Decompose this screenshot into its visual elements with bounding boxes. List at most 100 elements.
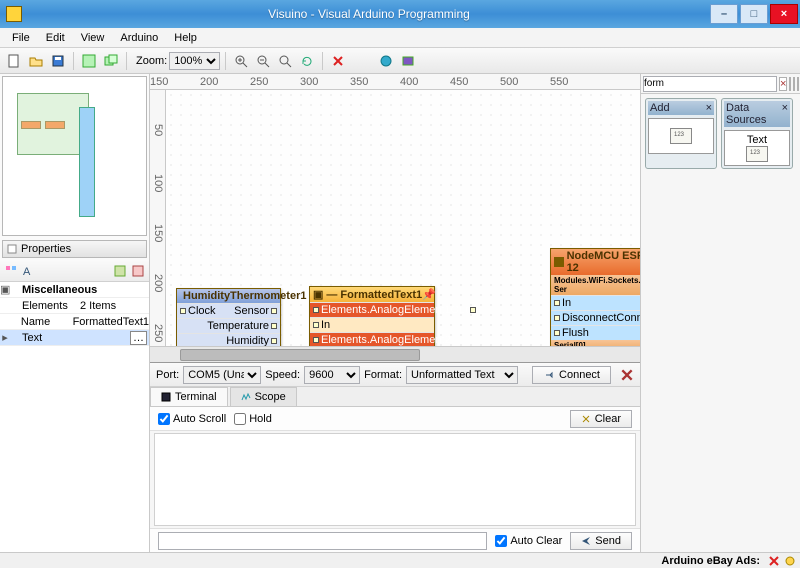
ruler-horizontal: 150 200 250 300 350 400 450 500 550	[150, 74, 640, 90]
center-area: 150 200 250 300 350 400 450 500 550 50 1…	[150, 74, 640, 552]
minimize-button[interactable]: –	[710, 4, 738, 24]
canvas-horizontal-scrollbar[interactable]	[150, 346, 640, 362]
properties-header: Properties	[2, 240, 147, 258]
ads-settings-icon[interactable]	[784, 555, 796, 567]
chip-icon	[554, 257, 564, 267]
search-clear-icon[interactable]: ×	[779, 77, 787, 91]
categorize-icon[interactable]	[2, 262, 20, 280]
window-title: Visuino - Visual Arduino Programming	[28, 7, 710, 21]
menu-view[interactable]: View	[73, 30, 113, 46]
palette-item-text[interactable]: Text	[724, 130, 790, 166]
port-label: Port:	[156, 369, 179, 381]
save-button[interactable]	[48, 51, 68, 71]
send-icon	[581, 536, 591, 546]
filter1-icon[interactable]	[789, 77, 791, 91]
palette-group-data-sources: Data Sources× Text	[721, 98, 793, 169]
speed-select[interactable]: 9600	[304, 366, 360, 384]
maximize-button[interactable]: □	[740, 4, 768, 24]
properties-toolbar: A	[0, 260, 149, 282]
overview-map[interactable]	[2, 76, 147, 236]
upload-icon[interactable]	[376, 51, 396, 71]
layers-button[interactable]	[101, 51, 121, 71]
expand-icon[interactable]	[111, 262, 129, 280]
properties-tree[interactable]: ▣Miscellaneous Elements2 Items NameForma…	[0, 282, 149, 552]
auto-clear-checkbox[interactable]: Auto Clear	[495, 535, 562, 547]
zoom-out-icon[interactable]	[253, 51, 273, 71]
design-canvas[interactable]: HumidityThermometer1 ClockSensor Tempera…	[166, 90, 640, 346]
prop-group-misc[interactable]: ▣Miscellaneous	[0, 282, 149, 298]
board-icon[interactable]	[398, 51, 418, 71]
palette-search-input[interactable]	[643, 76, 777, 92]
node-formatted-text[interactable]: ▣—FormattedText1📌 Elements.AnalogElement…	[309, 286, 435, 346]
terminal-input-bar: Auto Clear Send	[150, 528, 640, 552]
filter3-icon[interactable]	[797, 77, 799, 91]
svg-text:A: A	[23, 266, 31, 278]
grid-button[interactable]	[79, 51, 99, 71]
format-select[interactable]: Unformatted Text	[406, 366, 518, 384]
auto-scroll-checkbox[interactable]: Auto Scroll	[158, 413, 226, 425]
palette-item[interactable]	[648, 118, 714, 154]
terminal-options: Auto Scroll Hold Clear	[150, 407, 640, 431]
component-palette: Add× Data Sources× Text	[641, 94, 800, 173]
delete-icon[interactable]	[328, 51, 348, 71]
clear-icon	[581, 414, 591, 424]
bottom-dock: Port: COM5 (Unav Speed: 9600 Format: Unf…	[150, 362, 640, 552]
tab-scope[interactable]: Scope	[230, 387, 297, 406]
right-panel: × Add× Data Sources× Text	[640, 74, 800, 552]
format-label: Format:	[364, 369, 402, 381]
terminal-output[interactable]	[154, 433, 636, 526]
menu-arduino[interactable]: Arduino	[112, 30, 166, 46]
dock-tabs: Terminal Scope	[150, 387, 640, 407]
ruler-vertical: 50 100 150 200 250	[150, 90, 166, 346]
properties-title: Properties	[21, 243, 71, 255]
scope-icon	[241, 392, 251, 402]
group-close-icon[interactable]: ×	[706, 102, 712, 114]
node-nodemcu[interactable]: NodeMCU ESP-12 Modules.WiFi.Sockets.TCP …	[550, 248, 640, 346]
hold-checkbox[interactable]: Hold	[234, 413, 272, 425]
component-icon	[746, 146, 768, 162]
node-humidity-thermometer[interactable]: HumidityThermometer1 ClockSensor Tempera…	[176, 288, 281, 346]
zoom-label: Zoom:	[136, 55, 167, 67]
open-button[interactable]	[26, 51, 46, 71]
component-icon	[670, 128, 692, 144]
prop-row-name[interactable]: NameFormattedText1	[0, 314, 149, 330]
palette-group-add: Add×	[645, 98, 717, 169]
send-button[interactable]: Send	[570, 532, 632, 550]
plug-icon	[543, 369, 555, 381]
filter2-icon[interactable]	[793, 77, 795, 91]
serial-toolbar: Port: COM5 (Unav Speed: 9600 Format: Unf…	[150, 363, 640, 387]
connect-button[interactable]: Connect	[532, 366, 611, 384]
prop-row-text[interactable]: ▸Text…	[0, 330, 149, 346]
properties-icon	[7, 244, 17, 254]
left-panel: Properties A ▣Miscellaneous Elements2 It…	[0, 74, 150, 552]
prop-row-elements[interactable]: Elements2 Items	[0, 298, 149, 314]
zoom-in-icon[interactable]	[231, 51, 251, 71]
terminal-input[interactable]	[158, 532, 487, 550]
collapse-icon[interactable]	[129, 262, 147, 280]
refresh-icon[interactable]	[297, 51, 317, 71]
tab-terminal[interactable]: Terminal	[150, 387, 228, 406]
zoom-select[interactable]: 100%	[169, 52, 220, 70]
menu-file[interactable]: File	[4, 30, 38, 46]
status-bar: Arduino eBay Ads:	[0, 552, 800, 568]
main-toolbar: Zoom: 100%	[0, 48, 800, 74]
port-select[interactable]: COM5 (Unav	[183, 366, 261, 384]
clear-button[interactable]: Clear	[570, 410, 632, 428]
sort-icon[interactable]: A	[20, 262, 38, 280]
ads-label: Arduino eBay Ads:	[661, 555, 760, 567]
group-close-icon[interactable]: ×	[782, 102, 788, 126]
menu-edit[interactable]: Edit	[38, 30, 73, 46]
close-button[interactable]: ×	[770, 4, 798, 24]
new-button[interactable]	[4, 51, 24, 71]
ads-close-icon[interactable]	[768, 555, 780, 567]
terminal-icon	[161, 392, 171, 402]
menu-help[interactable]: Help	[166, 30, 205, 46]
menubar: File Edit View Arduino Help	[0, 28, 800, 48]
dock-close-icon[interactable]	[620, 368, 634, 382]
titlebar: Visuino - Visual Arduino Programming – □…	[0, 0, 800, 28]
speed-label: Speed:	[265, 369, 300, 381]
zoom-fit-icon[interactable]	[275, 51, 295, 71]
app-icon	[6, 6, 22, 22]
palette-search-bar: ×	[641, 74, 800, 94]
pin-icon[interactable]: 📌	[422, 288, 436, 301]
